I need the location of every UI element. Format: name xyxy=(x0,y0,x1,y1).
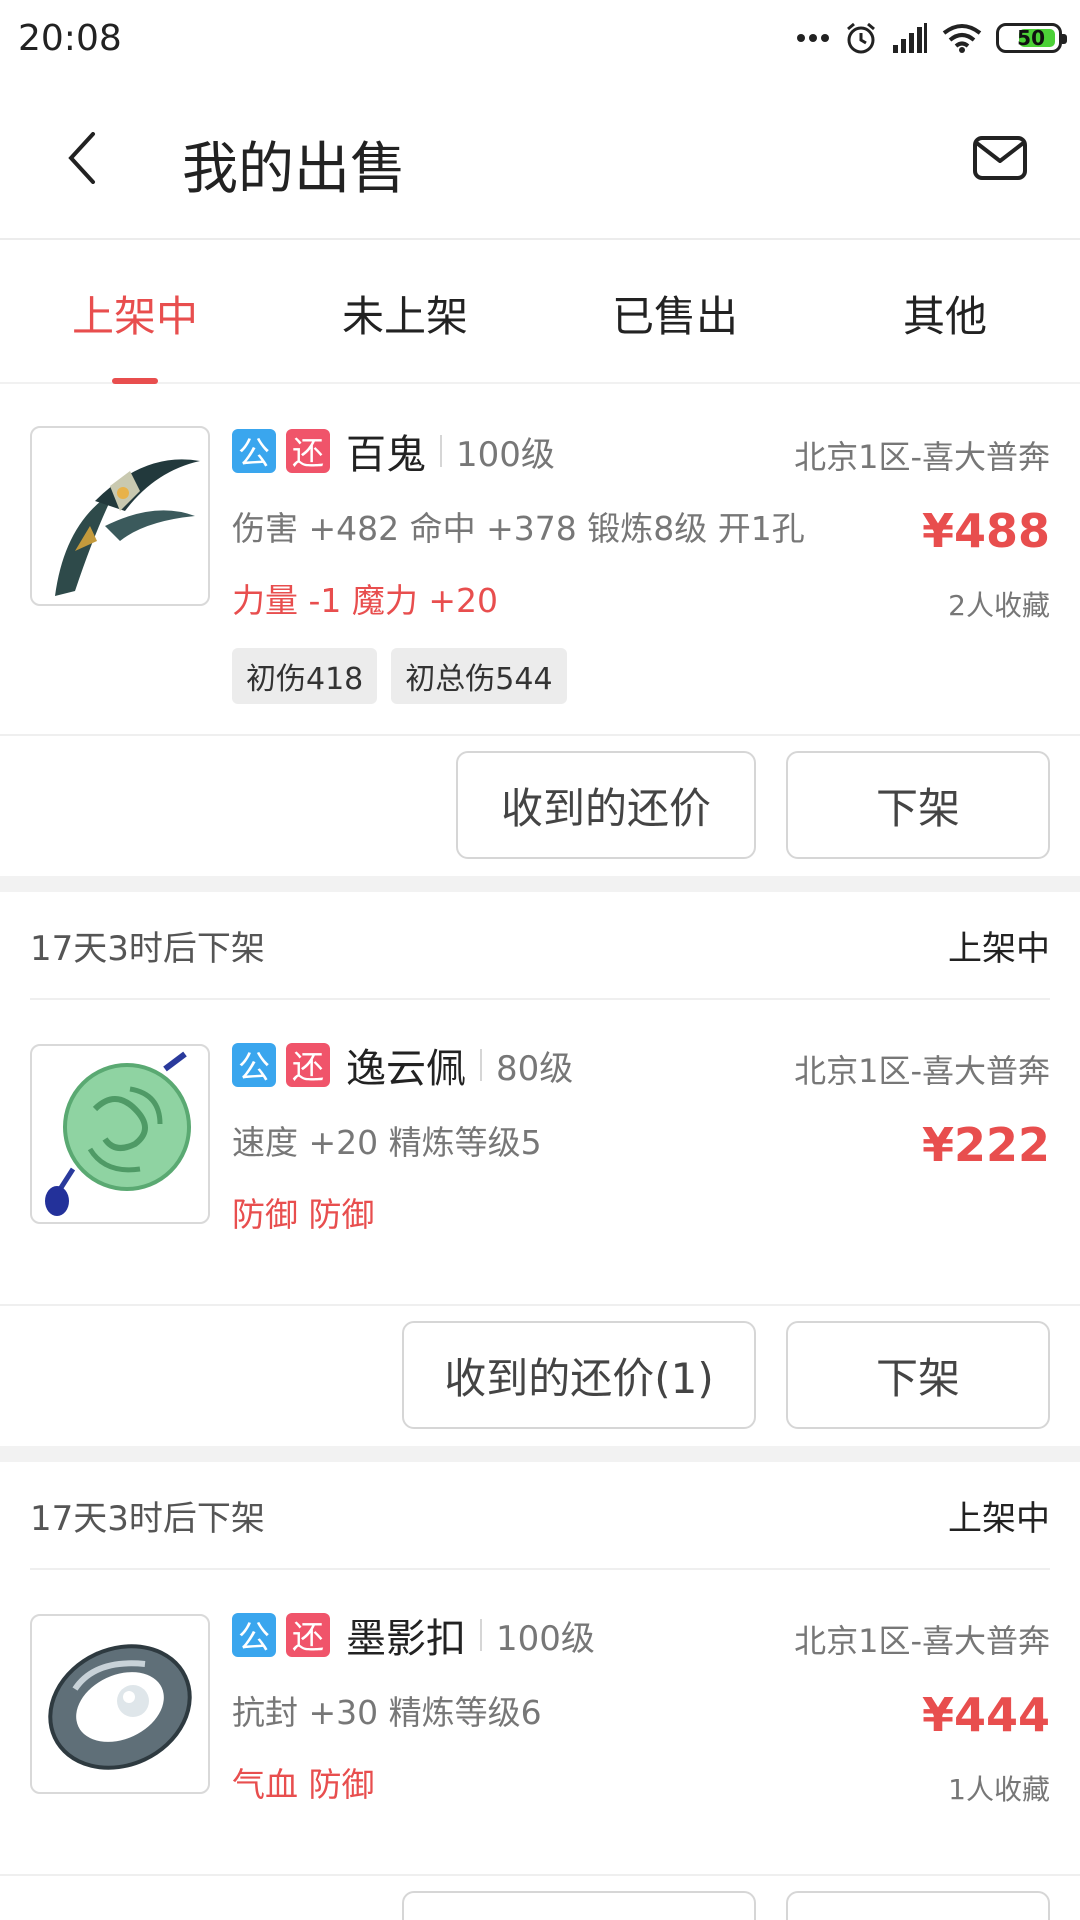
item-name: 逸云佩 xyxy=(346,1046,466,1092)
item-level: 80级 xyxy=(496,1048,574,1089)
battery-icon: 50 xyxy=(996,23,1067,53)
divider xyxy=(440,435,442,467)
back-button[interactable] xyxy=(50,126,114,190)
item-name: 墨影扣 xyxy=(346,1616,466,1662)
card-header: 17天3时后下架 上架中 xyxy=(30,892,1050,1000)
tab-label: 其他 xyxy=(902,291,987,341)
listing-card: 17天3时后下架 上架中 公 还 逸云佩 80级 速度 +20 精炼等级5 防御… xyxy=(0,892,1080,1444)
jade-pendant-image xyxy=(45,1051,191,1216)
tab-listed[interactable]: 上架中 xyxy=(0,242,270,384)
section-gap xyxy=(0,876,1080,892)
listing-card: 公 还 百鬼 100级 伤害 +482 命中 +378 锻炼8级 开1孔 力量 … xyxy=(0,386,1080,874)
tab-label: 未上架 xyxy=(341,291,468,341)
public-badge: 公 xyxy=(232,1613,276,1657)
item-server: 北京1区-喜大普奔 xyxy=(794,438,1050,476)
page-title: 我的出售 xyxy=(182,137,406,202)
item-image xyxy=(30,1614,210,1794)
item-server: 北京1区-喜大普奔 xyxy=(794,1622,1050,1660)
chevron-left-icon xyxy=(68,132,95,184)
item-info: 公 还 逸云佩 80级 速度 +20 精炼等级5 防御 防御 北京1区-喜大普奔… xyxy=(232,1038,1050,1238)
ring-image xyxy=(48,1644,192,1770)
item-attrs: 气血 防御 xyxy=(232,1765,375,1804)
received-offers-button[interactable]: 收到的还价 xyxy=(456,751,756,859)
tab-label: 上架中 xyxy=(71,291,198,341)
card-actions: 收到的还价(1) 下架 xyxy=(0,1304,1080,1444)
card-header: 17天3时后下架 上架中 xyxy=(30,1462,1050,1570)
header: 我的出售 xyxy=(0,76,1080,240)
item-price: ¥222 xyxy=(921,1118,1050,1172)
bargain-badge: 还 xyxy=(286,1043,330,1087)
tag: 初伤418 xyxy=(232,648,378,704)
tab-label: 已售出 xyxy=(611,291,738,341)
public-badge: 公 xyxy=(232,1043,276,1087)
listing-status: 上架中 xyxy=(948,928,1050,969)
item-attrs: 力量 -1 魔力 +20 xyxy=(232,581,499,620)
more-dots-icon xyxy=(797,34,829,42)
status-icons: 50 xyxy=(796,21,1067,55)
favorite-count: 2人收藏 xyxy=(948,589,1050,622)
item-attrs: 防御 防御 xyxy=(232,1195,375,1234)
delist-button[interactable]: 下架 xyxy=(786,1321,1050,1429)
divider xyxy=(480,1049,482,1081)
item-body[interactable]: 公 还 逸云佩 80级 速度 +20 精炼等级5 防御 防御 北京1区-喜大普奔… xyxy=(30,1000,1050,1304)
card-actions xyxy=(0,1874,1080,1920)
section-gap xyxy=(0,1446,1080,1462)
alarm-icon xyxy=(847,22,875,54)
listing-status: 上架中 xyxy=(948,1498,1050,1539)
mail-icon xyxy=(973,136,1027,180)
tab-other[interactable]: 其他 xyxy=(810,242,1080,384)
signal-icon xyxy=(893,23,927,53)
tab-bar: 上架中 未上架 已售出 其他 xyxy=(0,242,1080,384)
item-image xyxy=(30,426,210,606)
item-server: 北京1区-喜大普奔 xyxy=(794,1052,1050,1090)
bargain-badge: 还 xyxy=(286,1613,330,1657)
expire-time: 17天3时后下架 xyxy=(30,1498,265,1539)
wifi-icon xyxy=(942,24,982,53)
item-body[interactable]: 公 还 百鬼 100级 伤害 +482 命中 +378 锻炼8级 开1孔 力量 … xyxy=(30,386,1050,734)
item-image xyxy=(30,1044,210,1224)
favorite-count: 1人收藏 xyxy=(948,1773,1050,1806)
expire-time: 17天3时后下架 xyxy=(30,928,265,969)
tab-sold[interactable]: 已售出 xyxy=(540,242,810,384)
bargain-badge: 还 xyxy=(286,429,330,473)
received-offers-button[interactable] xyxy=(402,1891,756,1920)
mail-button[interactable] xyxy=(970,128,1030,188)
item-level: 100级 xyxy=(456,434,555,475)
item-level: 100级 xyxy=(496,1618,595,1659)
weapon-image xyxy=(55,459,200,596)
item-name: 百鬼 xyxy=(346,432,426,478)
tab-indicator xyxy=(112,378,158,384)
item-price: ¥444 xyxy=(921,1688,1050,1742)
delist-button[interactable] xyxy=(786,1891,1050,1920)
card-actions: 收到的还价 下架 xyxy=(0,734,1080,874)
status-bar: 20:08 50 xyxy=(0,0,1080,76)
item-price: ¥488 xyxy=(921,504,1050,558)
divider xyxy=(480,1619,482,1651)
tab-unlisted[interactable]: 未上架 xyxy=(270,242,540,384)
listing-card: 17天3时后下架 上架中 公 还 墨影扣 100级 抗封 +30 精炼等级6 气 xyxy=(0,1462,1080,1920)
public-badge: 公 xyxy=(232,429,276,473)
battery-level: 50 xyxy=(1017,26,1045,50)
delist-button[interactable]: 下架 xyxy=(786,751,1050,859)
item-info: 公 还 墨影扣 100级 抗封 +30 精炼等级6 气血 防御 北京1区-喜大普… xyxy=(232,1608,1050,1808)
tag-list: 初伤418 初总伤544 xyxy=(232,648,1050,704)
tag: 初总伤544 xyxy=(391,648,567,704)
item-info: 公 还 百鬼 100级 伤害 +482 命中 +378 锻炼8级 开1孔 力量 … xyxy=(232,424,1050,704)
status-time: 20:08 xyxy=(18,17,122,59)
item-body[interactable]: 公 还 墨影扣 100级 抗封 +30 精炼等级6 气血 防御 北京1区-喜大普… xyxy=(30,1570,1050,1874)
received-offers-button[interactable]: 收到的还价(1) xyxy=(402,1321,756,1429)
